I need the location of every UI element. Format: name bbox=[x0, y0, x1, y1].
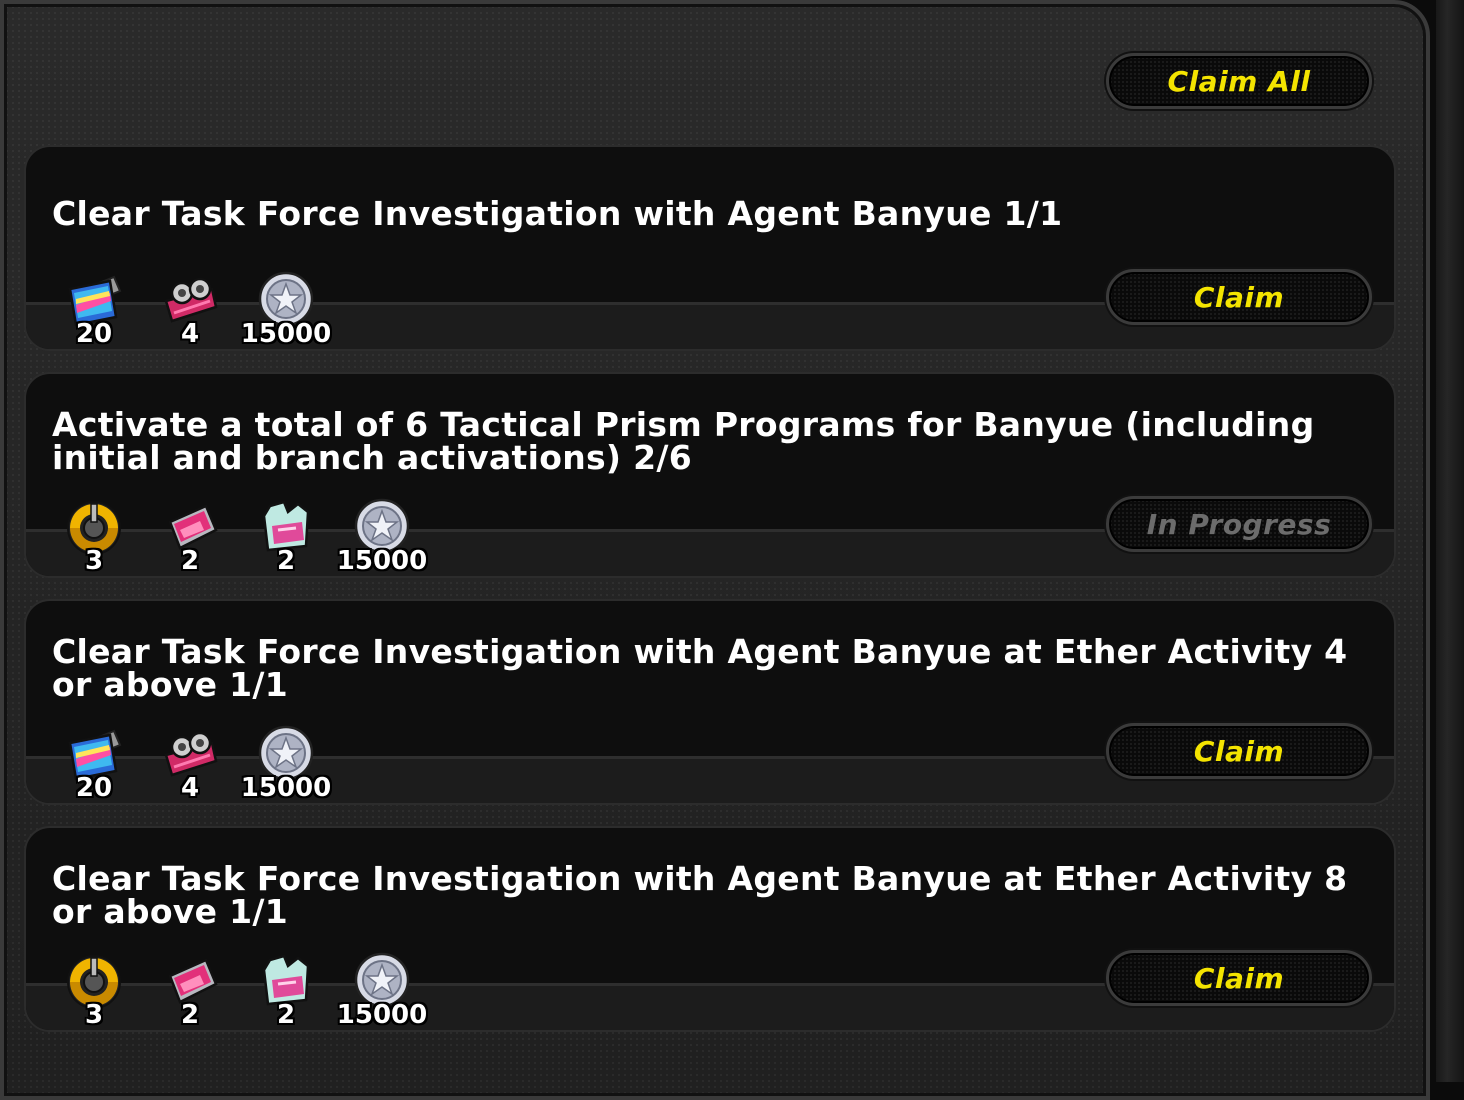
reward-item[interactable]: 15000 bbox=[241, 725, 331, 803]
task-title: Clear Task Force Investigation with Agen… bbox=[52, 859, 1348, 931]
reward-item[interactable]: 2 bbox=[250, 498, 322, 576]
in-progress-button: In Progress bbox=[1106, 496, 1372, 552]
reward-item[interactable]: 2 bbox=[154, 498, 226, 576]
reward-item[interactable]: 15000 bbox=[337, 952, 427, 1030]
task-card-1: Clear Task Force Investigation with Agen… bbox=[24, 145, 1396, 351]
task-title: Clear Task Force Investigation with Agen… bbox=[52, 632, 1348, 704]
reward-item[interactable]: 4 bbox=[154, 271, 226, 349]
claim-button[interactable]: Claim bbox=[1106, 723, 1372, 779]
reward-quantity: 15000 bbox=[240, 773, 332, 803]
task-card-2: Activate a total of 6 Tactical Prism Pro… bbox=[24, 372, 1396, 578]
claim-all-label: Claim All bbox=[1167, 64, 1311, 98]
in-progress-label: In Progress bbox=[1146, 507, 1332, 541]
task-card-4: Clear Task Force Investigation with Agen… bbox=[24, 826, 1396, 1032]
reward-item[interactable]: 15000 bbox=[337, 498, 427, 576]
reward-item[interactable]: 15000 bbox=[241, 271, 331, 349]
claim-label: Claim bbox=[1193, 280, 1285, 314]
reward-item[interactable]: 2 bbox=[154, 952, 226, 1030]
claim-all-button[interactable]: Claim All bbox=[1106, 53, 1372, 109]
reward-quantity: 15000 bbox=[336, 546, 428, 576]
reward-item[interactable]: 4 bbox=[154, 725, 226, 803]
reward-item[interactable]: 3 bbox=[58, 498, 130, 576]
reward-item[interactable]: 20 bbox=[58, 271, 130, 349]
task-title: Clear Task Force Investigation with Agen… bbox=[52, 194, 1063, 233]
reward-quantity: 15000 bbox=[336, 1000, 428, 1030]
reward-item[interactable]: 20 bbox=[58, 725, 130, 803]
claim-button[interactable]: Claim bbox=[1106, 269, 1372, 325]
panel-edge bbox=[1436, 0, 1464, 1082]
task-title: Activate a total of 6 Tactical Prism Pro… bbox=[52, 405, 1315, 477]
reward-item[interactable]: 2 bbox=[250, 952, 322, 1030]
reward-quantity: 15000 bbox=[240, 319, 332, 349]
claim-label: Claim bbox=[1193, 961, 1285, 995]
claim-label: Claim bbox=[1193, 734, 1285, 768]
reward-item[interactable]: 3 bbox=[58, 952, 130, 1030]
task-card-3: Clear Task Force Investigation with Agen… bbox=[24, 599, 1396, 805]
claim-button[interactable]: Claim bbox=[1106, 950, 1372, 1006]
